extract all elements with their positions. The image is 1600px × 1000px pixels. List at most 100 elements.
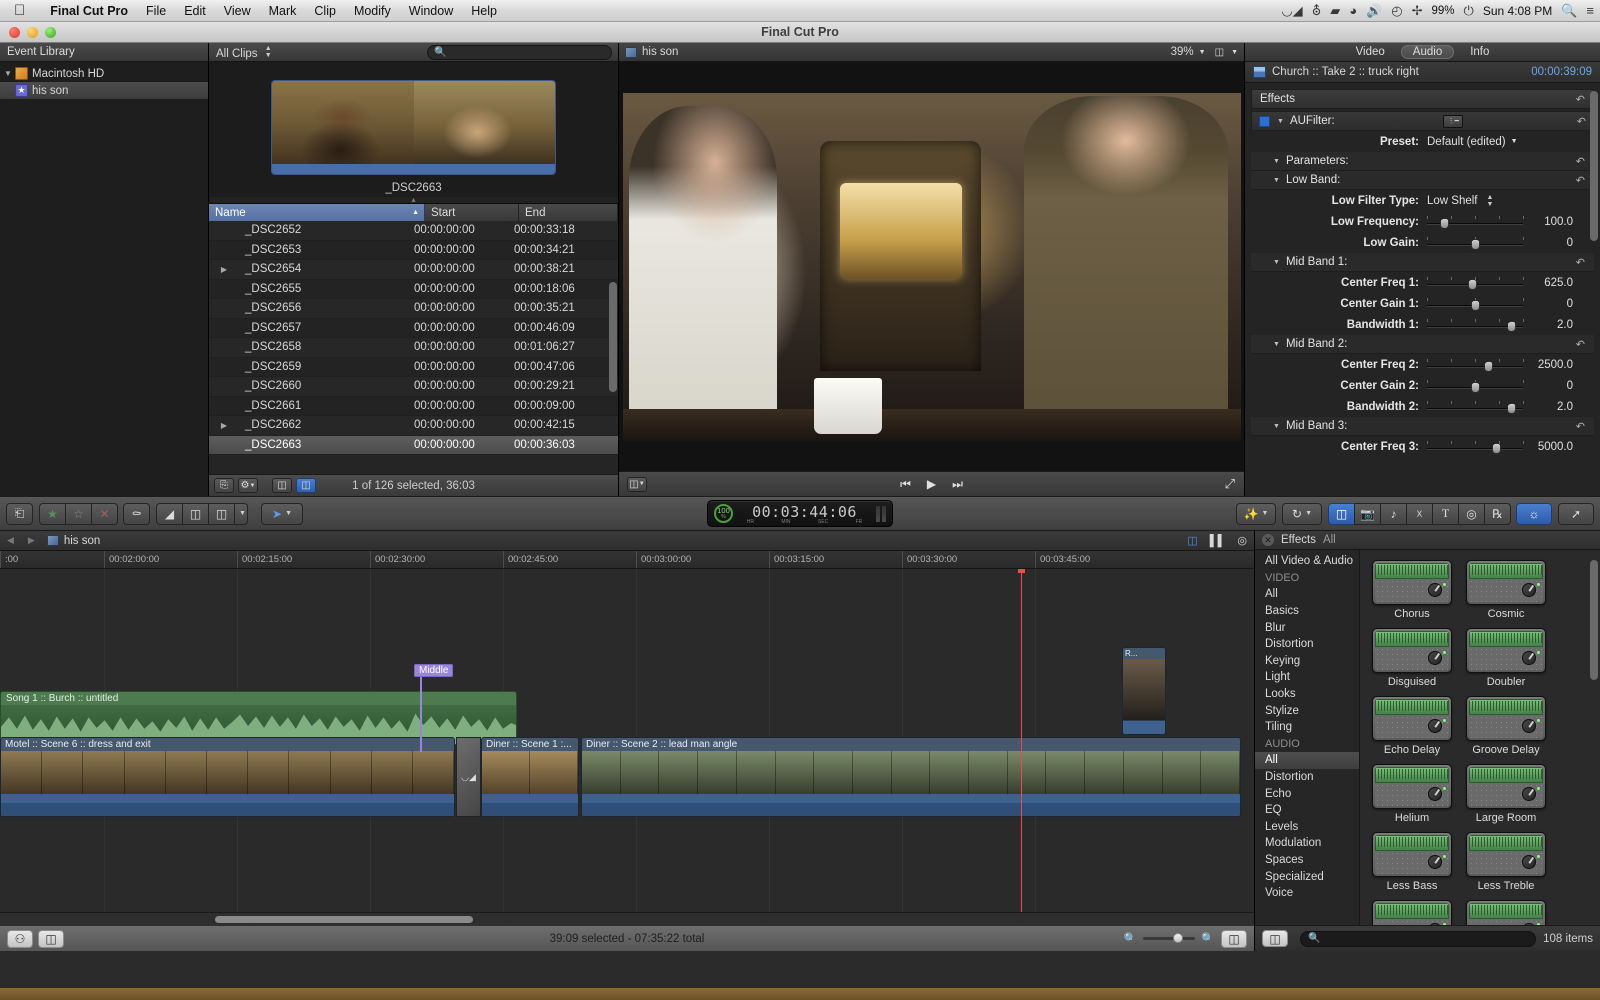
menu-window[interactable]: Window xyxy=(400,4,462,18)
parameter-value[interactable]: 2500.0 xyxy=(1523,359,1581,371)
disclosure-triangle-icon[interactable]: ▶ xyxy=(209,265,231,274)
reset-arrow-icon[interactable]: ↶ xyxy=(1576,174,1585,187)
parameter-slider[interactable] xyxy=(1427,236,1524,250)
parameter-popup[interactable]: Low Shelf ▲ ▼ xyxy=(1427,194,1493,208)
retime-icon[interactable]: ↻ ▼ xyxy=(1282,502,1322,525)
menu-file[interactable]: File xyxy=(137,4,175,18)
unrated-star-icon[interactable]: ☆ xyxy=(65,502,92,525)
table-row[interactable]: _DSC2653 00:00:00:00 00:00:34:21 xyxy=(209,240,618,260)
parameters-header[interactable]: ▼ Parameters: ↶ xyxy=(1251,152,1594,171)
menu-mark[interactable]: Mark xyxy=(260,4,306,18)
cross-dissolve-icon[interactable]: ◡◢ xyxy=(456,737,481,817)
effects-grid-scrollbar[interactable] xyxy=(1590,560,1598,680)
parameter-slider[interactable] xyxy=(1427,358,1524,372)
preset-popup[interactable]: Default (edited) ▼ xyxy=(1427,136,1518,148)
category-item[interactable]: Echo xyxy=(1255,785,1359,802)
menu-view[interactable]: View xyxy=(215,4,260,18)
transport-controls[interactable]: ⏮ ▶ ⏭ xyxy=(619,477,1244,492)
menu-help[interactable]: Help xyxy=(462,4,506,18)
table-row[interactable]: _DSC2663 00:00:00:00 00:00:36:03 xyxy=(209,435,618,455)
effect-item[interactable]: Disguised xyxy=(1372,628,1452,688)
sidebar-toggle-icon[interactable]: ◫ xyxy=(1262,930,1288,947)
search-icon[interactable]: 🔍 xyxy=(1561,3,1577,19)
zoom-slider[interactable] xyxy=(1143,933,1196,943)
table-row[interactable]: _DSC2659 00:00:00:00 00:00:47:06 xyxy=(209,357,618,377)
playhead[interactable] xyxy=(1018,569,1025,912)
clip-list-scrollbar[interactable] xyxy=(609,222,617,452)
reset-arrow-icon[interactable]: ↶ xyxy=(1576,155,1585,168)
menu-clock[interactable]: Sun 4:08 PM xyxy=(1483,4,1552,18)
table-row[interactable]: ▶ _DSC2654 00:00:00:00 00:00:38:21 xyxy=(209,260,618,280)
parameter-value[interactable]: 0 xyxy=(1523,237,1581,249)
sidebar-item-his-son[interactable]: ★ his son xyxy=(0,82,208,99)
column-header-start[interactable]: Start xyxy=(425,204,519,221)
category-item[interactable]: Voice xyxy=(1255,885,1359,902)
effect-thumbnail[interactable] xyxy=(1372,628,1452,673)
reset-arrow-icon[interactable]: ↶ xyxy=(1577,115,1586,128)
dashboard[interactable]: 100 % 00:03:44:06 HR MIN SEC FR xyxy=(707,500,893,527)
clock-icon[interactable]: ◴ xyxy=(1391,3,1402,19)
effect-thumbnail[interactable] xyxy=(1372,900,1452,925)
chevron-down-icon[interactable]: ▼ xyxy=(1273,423,1280,430)
audio-meters[interactable] xyxy=(876,505,886,522)
band-header[interactable]: ▼ Mid Band 2: ↶ xyxy=(1251,335,1594,354)
effect-thumbnail[interactable] xyxy=(1466,900,1546,925)
chevron-down-icon[interactable]: ▼ xyxy=(1277,118,1284,125)
reset-arrow-icon[interactable]: ↶ xyxy=(1576,256,1585,269)
play-icon[interactable]: ▶ xyxy=(927,477,936,492)
effect-item[interactable] xyxy=(1466,900,1546,925)
elephant-icon[interactable]: ⛢ xyxy=(1312,3,1322,19)
reset-arrow-icon[interactable]: ↶ xyxy=(1576,338,1585,351)
parameter-slider[interactable] xyxy=(1427,215,1524,229)
effect-thumbnail[interactable] xyxy=(1466,764,1546,809)
menu-app-name[interactable]: Final Cut Pro xyxy=(41,4,137,18)
parameter-value[interactable]: 0 xyxy=(1523,380,1581,392)
category-item[interactable]: Basics xyxy=(1255,603,1359,620)
menu-clip[interactable]: Clip xyxy=(305,4,345,18)
viewer-canvas[interactable] xyxy=(622,92,1241,441)
scrollbar-thumb[interactable] xyxy=(1590,91,1598,241)
keyframe-editor-icon[interactable]: ⋮━ xyxy=(1443,114,1464,128)
parameter-slider[interactable] xyxy=(1427,379,1524,393)
themes-icon[interactable]: ◎ xyxy=(1458,502,1485,525)
clip-appearance-icon[interactable]: ◫ xyxy=(1187,534,1197,547)
filmstrip-clip[interactable] xyxy=(271,80,556,175)
disclosure-triangle-icon[interactable]: ▶ xyxy=(209,421,231,430)
parameter-value[interactable]: 100.0 xyxy=(1523,216,1581,228)
inspector-toggle-icon[interactable]: ☼ xyxy=(1516,502,1552,525)
timeline-body[interactable]: Middle R... Song 1 :: Burch :: untitled xyxy=(0,569,1254,912)
audio-meters-icon[interactable]: ▌▌ xyxy=(1210,535,1226,547)
table-row[interactable]: _DSC2658 00:00:00:00 00:01:06:27 xyxy=(209,338,618,358)
effect-thumbnail[interactable] xyxy=(1372,560,1452,605)
category-item[interactable]: Levels xyxy=(1255,819,1359,836)
chevron-down-icon[interactable]: ▼ xyxy=(1273,177,1280,184)
parameter-slider[interactable] xyxy=(1427,318,1524,332)
zoom-in-icon[interactable]: 🔍 xyxy=(1201,932,1215,945)
category-item[interactable]: Light xyxy=(1255,669,1359,686)
panel-divider[interactable]: ▲ xyxy=(209,197,618,204)
keyword-key-icon[interactable]: ⚰ xyxy=(123,502,150,525)
timeline-marker[interactable]: Middle xyxy=(414,664,454,752)
connect-edit-icon[interactable]: ◫ xyxy=(208,502,235,525)
effect-item[interactable]: Less Treble xyxy=(1466,832,1546,892)
import-media-icon[interactable]: ⎗ xyxy=(6,502,33,525)
table-row[interactable]: _DSC2652 00:00:00:00 00:00:33:18 xyxy=(209,221,618,241)
zoom-out-icon[interactable]: 🔍 xyxy=(1124,932,1138,945)
effect-thumbnail[interactable] xyxy=(1466,560,1546,605)
category-item[interactable]: Spaces xyxy=(1255,852,1359,869)
inspector-scrollbar[interactable] xyxy=(1590,91,1598,492)
airplay-icon[interactable]: ▰ xyxy=(1330,3,1340,19)
viewer-zoom-level[interactable]: 39% xyxy=(1171,46,1194,58)
notification-list-icon[interactable]: ≡ xyxy=(1586,3,1594,18)
append-edit-icon[interactable]: ◢ xyxy=(156,502,183,525)
chevron-down-icon[interactable]: ▼ xyxy=(4,69,15,78)
close-icon[interactable]: ✕ xyxy=(1262,534,1274,546)
skimming-icon[interactable]: ◎ xyxy=(1237,534,1247,547)
parameter-slider[interactable] xyxy=(1427,400,1524,414)
category-item[interactable]: Distortion xyxy=(1255,636,1359,653)
clip-appearance-icon[interactable]: ◫ xyxy=(1221,929,1247,948)
chevron-down-icon[interactable]: ▼ xyxy=(1273,158,1280,165)
volume-icon[interactable]: 🔊 xyxy=(1366,3,1382,19)
category-item[interactable]: Stylize xyxy=(1255,702,1359,719)
dashboard-timecode-area[interactable]: 00:03:44:06 HR MIN SEC FR xyxy=(733,503,876,525)
